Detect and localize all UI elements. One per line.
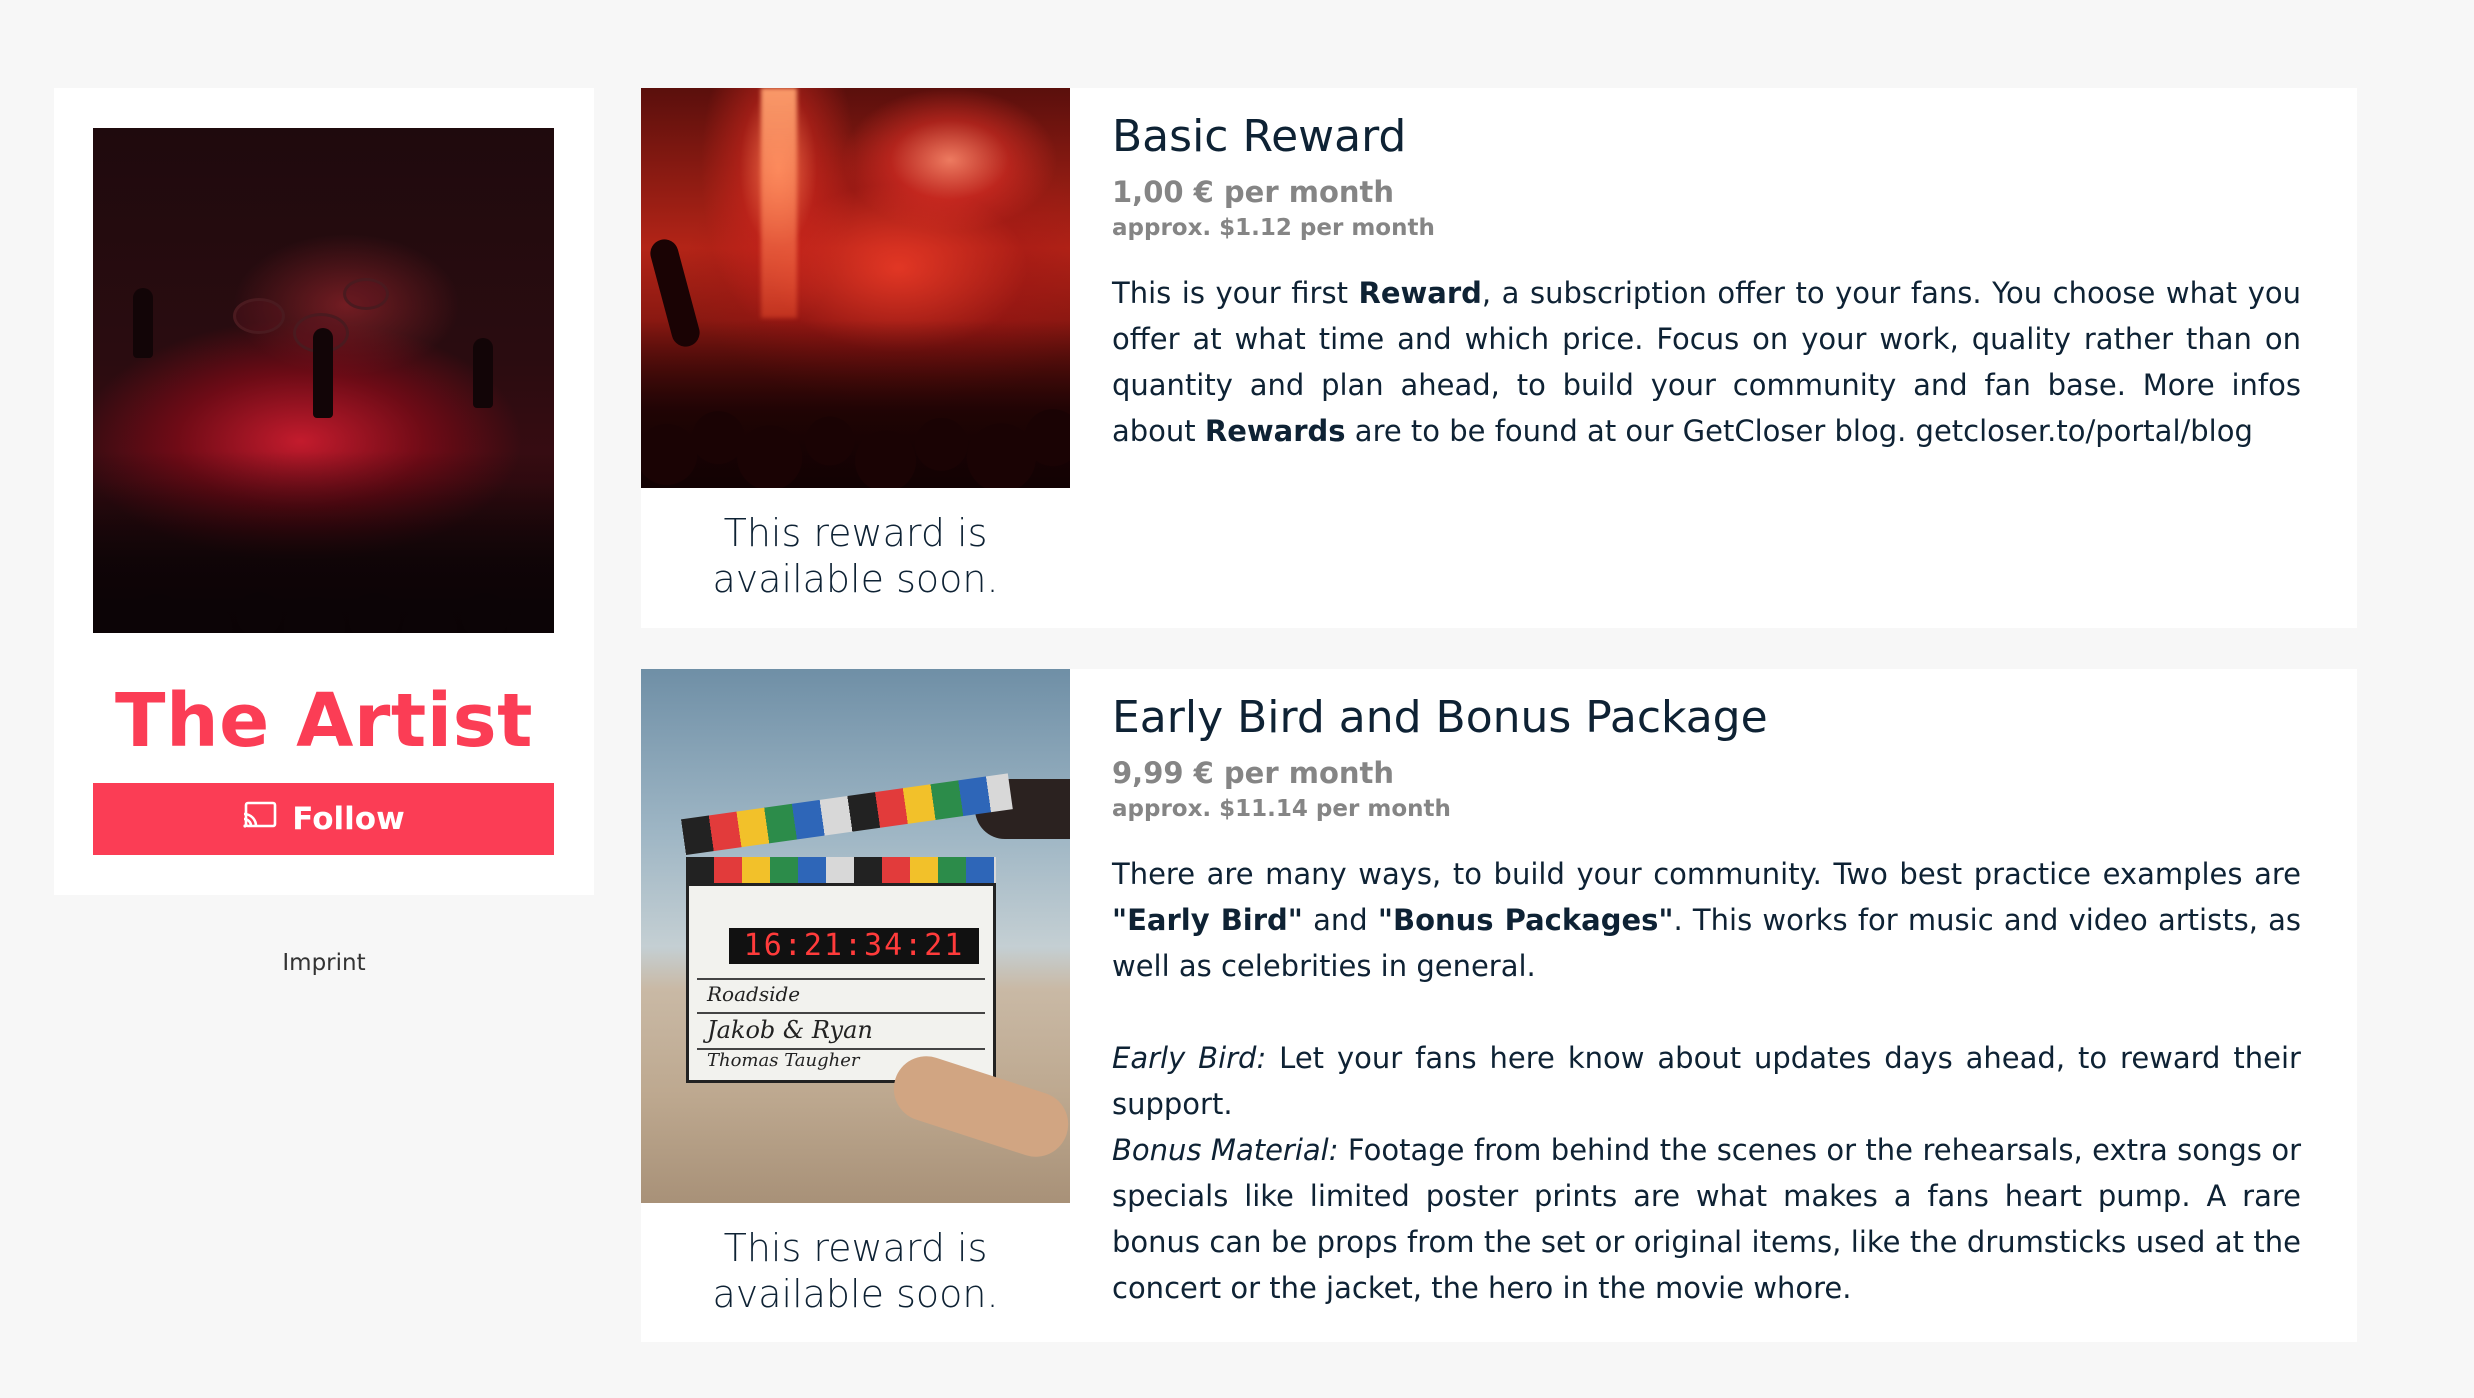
reward-title: Basic Reward xyxy=(1112,111,1407,162)
reward-price: 9,99 € per month xyxy=(1112,756,1395,790)
artist-sidebar: The Artist Follow xyxy=(54,88,594,895)
availability-note: This reward is available soon. xyxy=(712,1226,999,1316)
artist-photo xyxy=(93,128,554,633)
cast-icon xyxy=(242,800,278,838)
artist-name: The Artist xyxy=(114,678,534,764)
availability-note: This reward is available soon. xyxy=(712,511,999,601)
reward-description: This is your first Reward, a subscriptio… xyxy=(1112,276,2301,448)
reward-description: There are many ways, to build your commu… xyxy=(1112,857,2301,1305)
reward-details: Basic Reward 1,00 € per month approx. $1… xyxy=(1112,106,2301,454)
imprint-link[interactable]: Imprint xyxy=(54,950,594,976)
reward-card: 16:21:34:21 Roadside Jakob & Ryan Thomas… xyxy=(641,669,2357,1342)
follow-button[interactable]: Follow xyxy=(93,783,554,855)
reward-card: This reward is available soon. Basic Rew… xyxy=(641,88,2357,628)
reward-approx-price: approx. $1.12 per month xyxy=(1112,215,1435,241)
reward-approx-price: approx. $11.14 per month xyxy=(1112,796,1451,822)
follow-label: Follow xyxy=(292,801,405,837)
clapperboard-image: 16:21:34:21 Roadside Jakob & Ryan Thomas… xyxy=(641,669,1070,1203)
reward-details: Early Bird and Bonus Package 9,99 € per … xyxy=(1112,687,2301,1311)
reward-title: Early Bird and Bonus Package xyxy=(1112,692,1768,743)
reward-price: 1,00 € per month xyxy=(1112,175,1395,209)
concert-image xyxy=(641,88,1070,488)
